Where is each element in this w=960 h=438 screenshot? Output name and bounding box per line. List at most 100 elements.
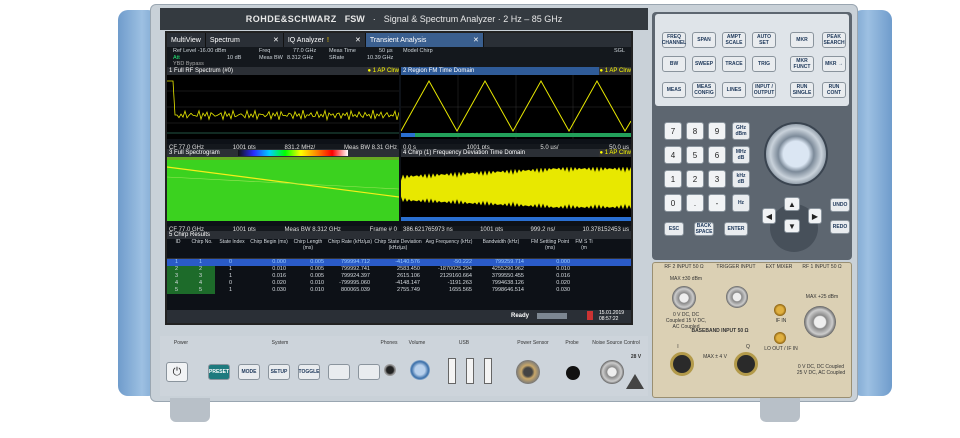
column-header: Chirp Rate (kHz/µs)	[328, 239, 372, 245]
panel-fm-time-domain[interactable]: 2 Region FM Time Domain ● 1 AP Clrw 0.0 s…	[400, 67, 632, 152]
power-icon[interactable]: ⏻	[166, 362, 188, 382]
trigger-connector[interactable]	[726, 286, 748, 308]
tab-iq-analyzer[interactable]: IQ Analyzer! ✕	[284, 33, 366, 47]
table-cell: -1870025.294	[438, 266, 472, 272]
unit-key[interactable]: MHz dB	[732, 146, 750, 164]
volume-knob[interactable]	[410, 360, 430, 380]
bb-q-connector[interactable]	[734, 352, 758, 376]
tab-spectrum[interactable]: Spectrum ✕	[206, 33, 284, 47]
system-key[interactable]: MODE	[238, 364, 260, 380]
system-key[interactable]	[328, 364, 350, 380]
system-key[interactable]: PRESET	[208, 364, 230, 380]
fn-key-row2-1[interactable]: SWEEP	[692, 56, 716, 72]
usb-port-1[interactable]	[448, 358, 456, 384]
undo-button[interactable]: UNDO	[830, 198, 850, 212]
fn-key-row3-1[interactable]: MEAS CONFIG	[692, 82, 716, 98]
digit-key[interactable]: 4	[664, 146, 682, 164]
table-row[interactable]: 1 1 0 0.000 0.005 799994.712 -4140.576 -50.222 7…	[167, 259, 631, 266]
digit-key[interactable]: 2	[686, 170, 704, 188]
fn-key-row2-5[interactable]: MKR →	[822, 56, 846, 72]
probe-connector[interactable]	[566, 366, 580, 380]
digit-key[interactable]: 1	[664, 170, 682, 188]
table-cell	[573, 273, 595, 280]
bb-i-connector[interactable]	[670, 352, 694, 376]
volume-label: Volume	[408, 340, 426, 346]
fn-key-row1-2[interactable]: AMPT SCALE	[722, 32, 746, 48]
fn-key-row1-3[interactable]: AUTO SET	[752, 32, 776, 48]
table-row[interactable]: 2 2 1 0.010 0.005 799992.741 2583.450 -1870025.…	[167, 266, 631, 273]
arrow-left-icon[interactable]: ◀	[762, 208, 776, 224]
esc-button[interactable]: ESC	[664, 222, 684, 236]
digit-key[interactable]: 6	[708, 146, 726, 164]
fn-key-row3-4[interactable]: RUN SINGLE	[790, 82, 814, 98]
headphone-jack[interactable]	[384, 364, 396, 376]
fn-key-row3-0[interactable]: MEAS	[662, 82, 686, 98]
digit-key[interactable]: 3	[708, 170, 726, 188]
lo-out-connector[interactable]	[774, 332, 786, 344]
system-key[interactable]	[358, 364, 380, 380]
rf1-connector[interactable]	[804, 306, 836, 338]
rotary-knob[interactable]	[764, 122, 828, 186]
arrow-right-icon[interactable]: ▶	[808, 208, 822, 224]
digit-key[interactable]: 8	[686, 122, 704, 140]
unit-key[interactable]: Hz	[732, 194, 750, 212]
backspace-button[interactable]: BACK SPACE	[694, 222, 714, 236]
if-in-connector[interactable]	[774, 304, 786, 316]
rf2-connector[interactable]	[672, 286, 696, 310]
table-cell: 799259.714	[494, 259, 524, 265]
fn-key-row3-5[interactable]: RUN CONT	[822, 82, 846, 98]
table-row[interactable]: 4 4 0 0.020 0.010 -799995.060 -4148.147 -1191.2…	[167, 280, 631, 287]
digit-key[interactable]: 9	[708, 122, 726, 140]
digit-key[interactable]: .	[686, 194, 704, 212]
ref-level: Ref Level -16.00 dBm	[173, 48, 227, 54]
table-cell	[573, 287, 595, 294]
panel-chirp-deviation[interactable]: 4 Chirp (1) Frequency Deviation Time Dom…	[400, 149, 632, 234]
fn-key-row3-2[interactable]: LINES	[722, 82, 746, 98]
panel-spectrogram[interactable]: 3 Full Spectrogram CF 77.0 GHz 1001 pts Me…	[166, 149, 400, 234]
unit-key[interactable]: GHz dBm	[732, 122, 750, 140]
digit-key[interactable]: 0	[664, 194, 682, 212]
digit-key[interactable]: 7	[664, 122, 682, 140]
fm-trace	[400, 75, 632, 139]
system-key[interactable]: SETUP	[268, 364, 290, 380]
usb-port-2[interactable]	[466, 358, 474, 384]
fn-key-row1-5[interactable]: PEAK SEARCH	[822, 32, 846, 48]
arrow-down-icon[interactable]: ▼	[784, 219, 800, 233]
table-cell: 4	[167, 280, 189, 287]
power-sensor-label: Power Sensor	[517, 340, 549, 346]
fn-key-row1-0[interactable]: FREQ CHANNEL	[662, 32, 686, 48]
system-key[interactable]: TOGGLE	[298, 364, 320, 380]
panel-title-bar: 2 Region FM Time Domain ● 1 AP Clrw	[401, 67, 631, 75]
noise-source-connector[interactable]	[600, 360, 624, 384]
close-icon[interactable]: ✕	[473, 36, 479, 44]
fn-key-row3-3[interactable]: INPUT / OUTPUT	[752, 82, 776, 98]
fn-key-row2-0[interactable]: BW	[662, 56, 686, 72]
enter-button[interactable]: ENTER	[724, 222, 748, 236]
unit-key[interactable]: kHz dB	[732, 170, 750, 188]
panel-rf-spectrum[interactable]: 1 Full RF Spectrum (#0) ● 1 AP Clrw CF 77…	[167, 67, 400, 152]
table-row[interactable]: 3 3 1 0.016 0.005 799924.397 2615.106 2129160.6…	[167, 273, 631, 280]
color-scale	[237, 150, 348, 156]
noise-source-label: Noise Source Control	[592, 340, 640, 346]
usb-port-3[interactable]	[484, 358, 492, 384]
fn-key-row2-3[interactable]: TRIG	[752, 56, 776, 72]
close-icon[interactable]: ✕	[273, 36, 279, 44]
tab-multiview[interactable]: MultiView	[167, 33, 206, 47]
instrument-title: Signal & Spectrum Analyzer · 2 Hz – 85 G…	[383, 14, 563, 24]
fn-key-row1-4[interactable]: MKR	[790, 32, 814, 48]
fn-key-row2-2[interactable]: TRACE	[722, 56, 746, 72]
table-cell: 0.010	[556, 266, 570, 272]
tab-transient-analysis[interactable]: Transient Analysis ✕	[365, 33, 484, 47]
table-cell: 3	[189, 273, 215, 280]
digit-key[interactable]: 5	[686, 146, 704, 164]
table-row[interactable]: 5 5 1 0.030 0.010 800065.039 2755.749 1655.565 7…	[167, 287, 631, 294]
fn-key-row2-4[interactable]: MKR FUNCT	[790, 56, 814, 72]
warning-icon: !	[327, 36, 329, 44]
arrow-up-icon[interactable]: ▲	[784, 197, 800, 211]
table-cell: 2583.450	[397, 266, 420, 272]
redo-button[interactable]: REDO	[830, 220, 850, 234]
digit-key[interactable]: -	[708, 194, 726, 212]
fn-key-row1-1[interactable]: SPAN	[692, 32, 716, 48]
power-sensor-connector[interactable]	[516, 360, 540, 384]
close-icon[interactable]: ✕	[355, 36, 361, 44]
